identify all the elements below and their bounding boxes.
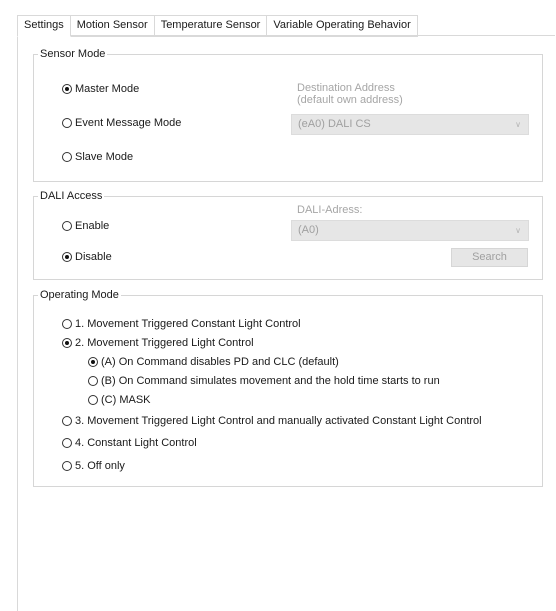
tab-temperature-sensor[interactable]: Temperature Sensor [154, 15, 268, 37]
master-mode-radio[interactable]: Master Mode [62, 83, 139, 95]
radio-unselected-icon [62, 118, 72, 128]
operating-mode-title: Operating Mode [40, 289, 119, 301]
radio-selected-icon [62, 338, 72, 348]
radio-unselected-icon [88, 395, 98, 405]
operating-mode-3-radio[interactable]: 3. Movement Triggered Light Control and … [62, 415, 482, 427]
operating-mode-4-radio[interactable]: 4. Constant Light Control [62, 437, 197, 449]
radio-unselected-icon [62, 152, 72, 162]
operating-mode-2-radio[interactable]: 2. Movement Triggered Light Control [62, 337, 254, 349]
chevron-down-icon: ∨ [515, 226, 521, 235]
radio-unselected-icon [62, 416, 72, 426]
event-message-mode-label: Event Message Mode [75, 117, 182, 129]
enable-radio[interactable]: Enable [62, 220, 109, 232]
enable-label: Enable [75, 220, 110, 232]
radio-unselected-icon [62, 319, 72, 329]
search-button[interactable]: Search [451, 248, 528, 267]
disable-label: Disable [75, 251, 112, 263]
event-message-mode-radio[interactable]: Event Message Mode [62, 117, 181, 129]
option-a-radio[interactable]: (A) On Command disables PD and CLC (defa… [88, 356, 339, 368]
dali-address-value: (A0) [298, 224, 319, 236]
slave-mode-radio[interactable]: Slave Mode [62, 151, 133, 163]
operating-mode-3-label: 3. Movement Triggered Light Control and … [75, 415, 482, 427]
radio-unselected-icon [62, 438, 72, 448]
dali-address-label: DALI-Adress: [297, 204, 363, 216]
operating-mode-5-radio[interactable]: 5. Off only [62, 460, 125, 472]
destination-address-select[interactable]: (eA0) DALI CS ∨ [291, 114, 529, 135]
option-a-label: (A) On Command disables PD and CLC (defa… [101, 356, 339, 368]
operating-mode-1-radio[interactable]: 1. Movement Triggered Constant Light Con… [62, 318, 301, 330]
radio-unselected-icon [62, 221, 72, 231]
dali-access-title: DALI Access [40, 190, 103, 202]
operating-mode-2-label: 2. Movement Triggered Light Control [75, 337, 254, 349]
operating-mode-1-label: 1. Movement Triggered Constant Light Con… [75, 318, 301, 330]
option-b-label: (B) On Command simulates movement and th… [101, 375, 440, 387]
option-c-label: (C) MASK [101, 394, 151, 406]
dali-address-select[interactable]: (A0) ∨ [291, 220, 529, 241]
disable-radio[interactable]: Disable [62, 251, 112, 263]
destination-address-label-line2: (default own address) [297, 94, 403, 106]
destination-address-value: (eA0) DALI CS [298, 118, 371, 130]
master-mode-label: Master Mode [75, 83, 140, 95]
radio-selected-icon [62, 252, 72, 262]
operating-mode-5-label: 5. Off only [75, 460, 125, 472]
radio-unselected-icon [62, 461, 72, 471]
tab-variable-operating-behavior[interactable]: Variable Operating Behavior [267, 15, 418, 37]
option-b-radio[interactable]: (B) On Command simulates movement and th… [88, 375, 440, 387]
operating-mode-4-label: 4. Constant Light Control [75, 437, 197, 449]
tab-motion-sensor[interactable]: Motion Sensor [70, 15, 155, 37]
destination-address-label-line1: Destination Address [297, 82, 395, 94]
option-c-radio[interactable]: (C) MASK [88, 394, 151, 406]
slave-mode-label: Slave Mode [75, 151, 134, 163]
tab-settings[interactable]: Settings [17, 15, 71, 37]
sensor-mode-title: Sensor Mode [40, 48, 106, 60]
radio-unselected-icon [88, 376, 98, 386]
tab-bar: Settings Motion Sensor Temperature Senso… [17, 15, 418, 37]
destination-address-label: Destination Address (default own address… [297, 82, 403, 106]
chevron-down-icon: ∨ [515, 120, 521, 129]
radio-selected-icon [88, 357, 98, 367]
radio-selected-icon [62, 84, 72, 94]
